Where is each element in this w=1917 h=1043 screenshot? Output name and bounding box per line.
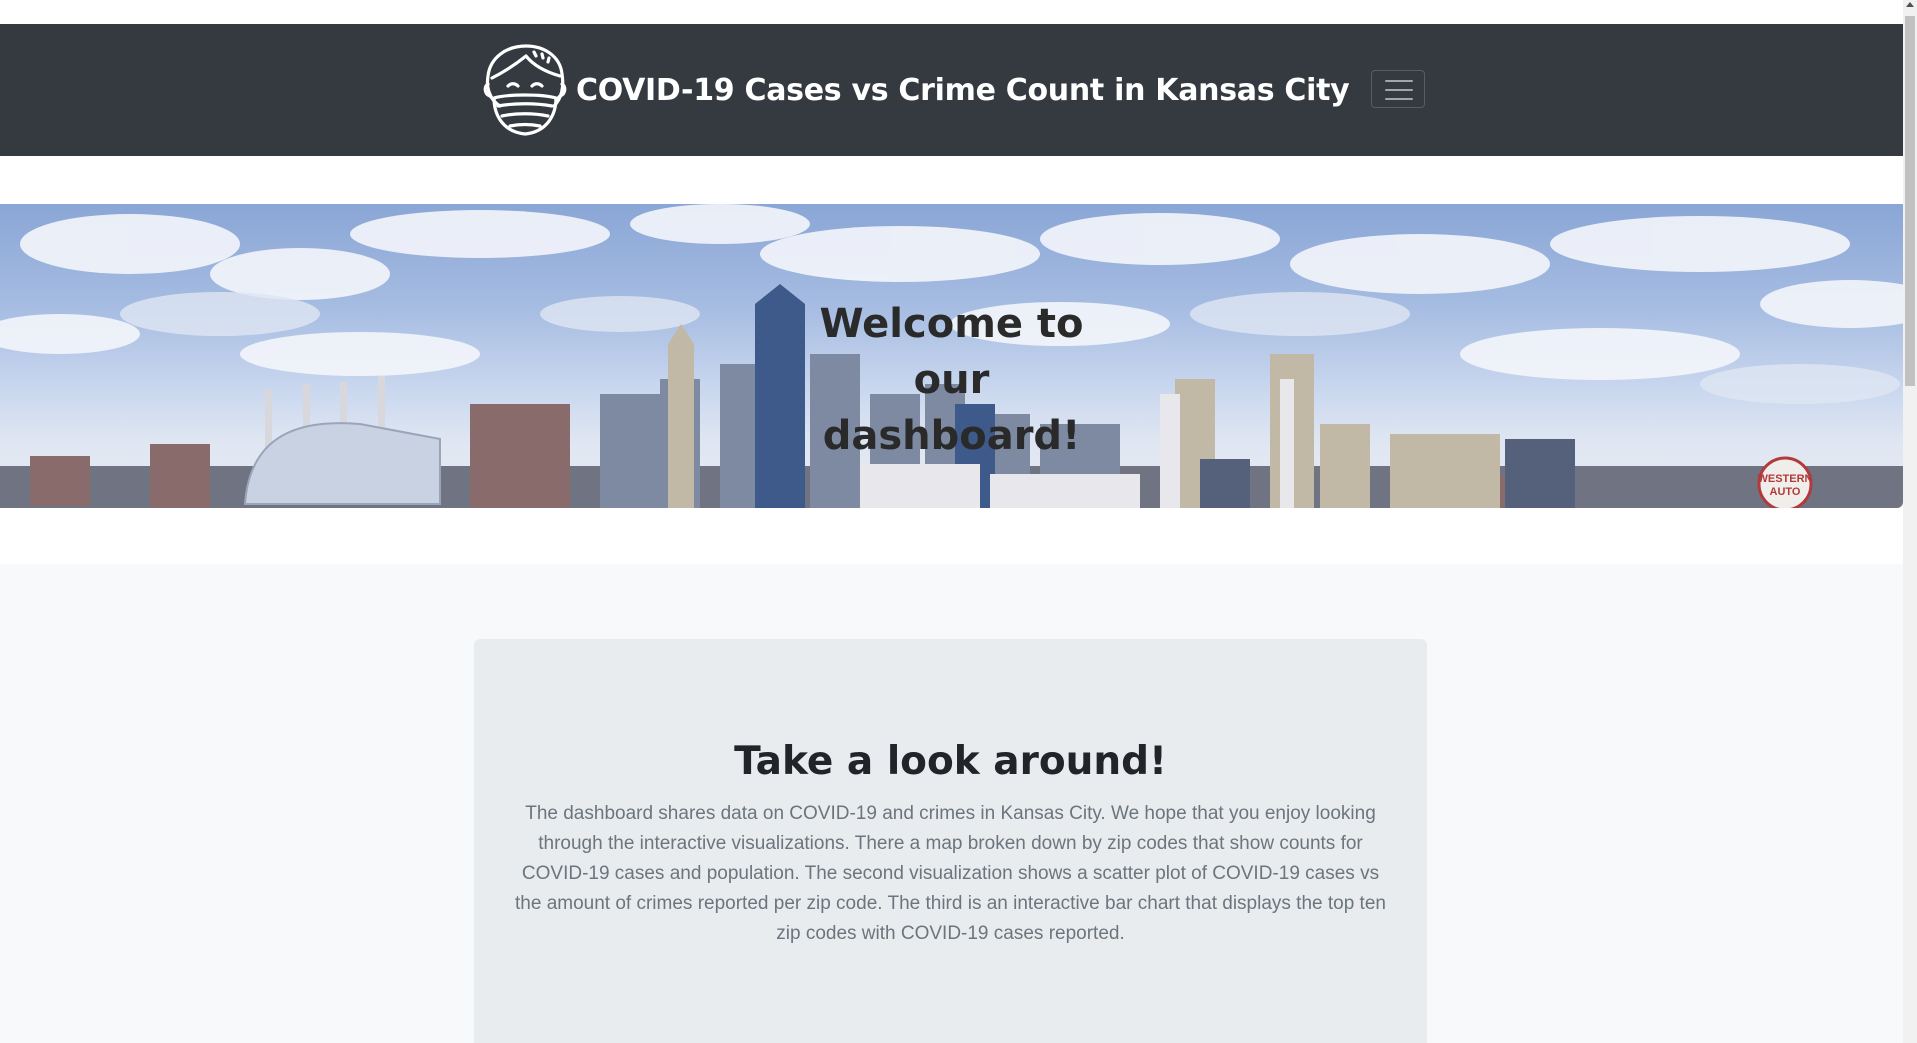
intro-card-text: The dashboard shares data on COVID-19 an… (515, 803, 1386, 944)
face-mask-icon (483, 44, 567, 136)
navbar-brand[interactable]: COVID-19 Cases vs Crime Count in Kansas … (482, 42, 1350, 138)
page: COVID-19 Cases vs Crime Count in Kansas … (0, 0, 1917, 1043)
intro-card-title: Take a look around! (734, 739, 1167, 784)
hero-banner: WESTERN AUTO Welcome to our dashboard! (0, 204, 1903, 508)
scrollbar-thumb[interactable] (1905, 16, 1915, 386)
hero-welcome-text: Welcome to our dashboard! (819, 301, 1084, 459)
hero-welcome-heading: Welcome to our dashboard! (0, 296, 1903, 464)
hamburger-menu-icon (1385, 80, 1413, 100)
navbar-toggle-button[interactable] (1371, 70, 1425, 108)
top-navbar: COVID-19 Cases vs Crime Count in Kansas … (0, 24, 1903, 156)
intro-card: Take a look around! The dashboard shares… (474, 639, 1427, 1043)
site-title: COVID-19 Cases vs Crime Count in Kansas … (576, 72, 1350, 108)
vertical-scrollbar[interactable] (1903, 0, 1917, 1043)
intro-section: Take a look around! The dashboard shares… (0, 564, 1903, 1043)
scroll-up-arrow-icon[interactable] (1906, 2, 1914, 7)
svg-text:AUTO: AUTO (1770, 486, 1801, 498)
western-auto-sign: WESTERN (1758, 473, 1813, 485)
